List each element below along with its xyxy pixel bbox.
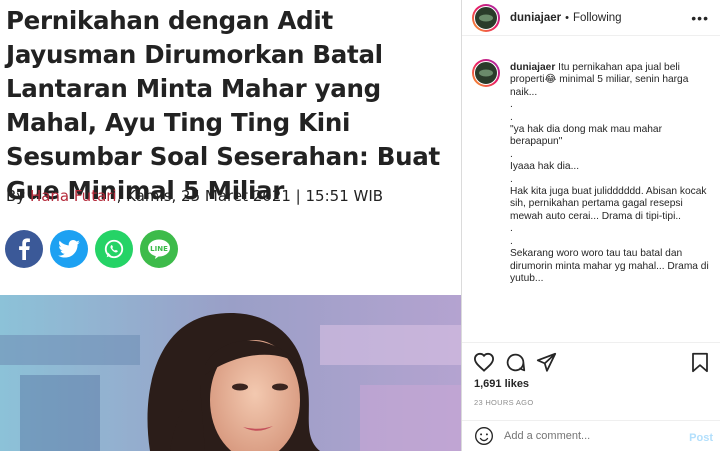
news-article-image: Pernikahan dengan Adit Jayusman Dirumork… [0, 0, 461, 451]
byline-prefix: By [6, 187, 30, 205]
avatar-logo-icon [479, 14, 493, 21]
article-date: , Kamis, 25 Maret 2021 | 15:51 WIB [116, 187, 384, 205]
header-separator: • [565, 11, 569, 24]
share-icon[interactable] [536, 352, 557, 373]
caption-avatar[interactable] [472, 59, 500, 87]
profile-avatar[interactable] [472, 3, 500, 32]
article-byline: By Hana Futari, Kamis, 25 Maret 2021 | 1… [6, 187, 383, 205]
emoji-icon[interactable] [474, 426, 494, 446]
caption-text: duniajaer Itu pernikahan apa jual beli p… [510, 62, 715, 285]
facebook-share-button[interactable] [5, 230, 43, 268]
bookmark-icon[interactable] [691, 352, 709, 373]
heart-icon[interactable] [473, 352, 495, 372]
twitter-share-button[interactable] [50, 230, 88, 268]
facebook-icon [19, 238, 30, 260]
article-photo [0, 295, 461, 451]
author-link[interactable]: Hana Futari [30, 187, 117, 205]
caption-body: Itu pernikahan apa jual beli properti😂 m… [510, 62, 709, 284]
more-options-icon[interactable]: ••• [691, 10, 709, 26]
comment-icon[interactable] [505, 352, 526, 373]
post-header: duniajaer • Following ••• [462, 0, 720, 36]
line-icon: LINE [148, 239, 170, 259]
line-share-button[interactable]: LINE [140, 230, 178, 268]
instagram-post-panel: duniajaer • Following ••• duniajaer Itu … [461, 0, 720, 451]
comment-input[interactable] [504, 430, 674, 442]
caption-username[interactable]: duniajaer [510, 62, 555, 73]
post-timestamp[interactable]: 23 HOURS AGO [474, 398, 533, 407]
following-button[interactable]: Following [573, 12, 622, 24]
action-bar [462, 342, 720, 380]
whatsapp-icon [104, 239, 124, 259]
whatsapp-share-button[interactable] [95, 230, 133, 268]
article-headline: Pernikahan dengan Adit Jayusman Dirumork… [6, 6, 440, 205]
svg-text:LINE: LINE [150, 245, 168, 253]
post-button[interactable]: Post [689, 432, 713, 444]
avatar-logo-icon [479, 69, 493, 77]
twitter-icon [58, 240, 80, 258]
share-buttons: LINE [5, 230, 178, 268]
likes-count[interactable]: 1,691 likes [474, 378, 529, 390]
comment-row: Post [462, 420, 720, 451]
post-username[interactable]: duniajaer [510, 12, 561, 24]
caption-area: duniajaer Itu pernikahan apa jual beli p… [462, 55, 720, 345]
